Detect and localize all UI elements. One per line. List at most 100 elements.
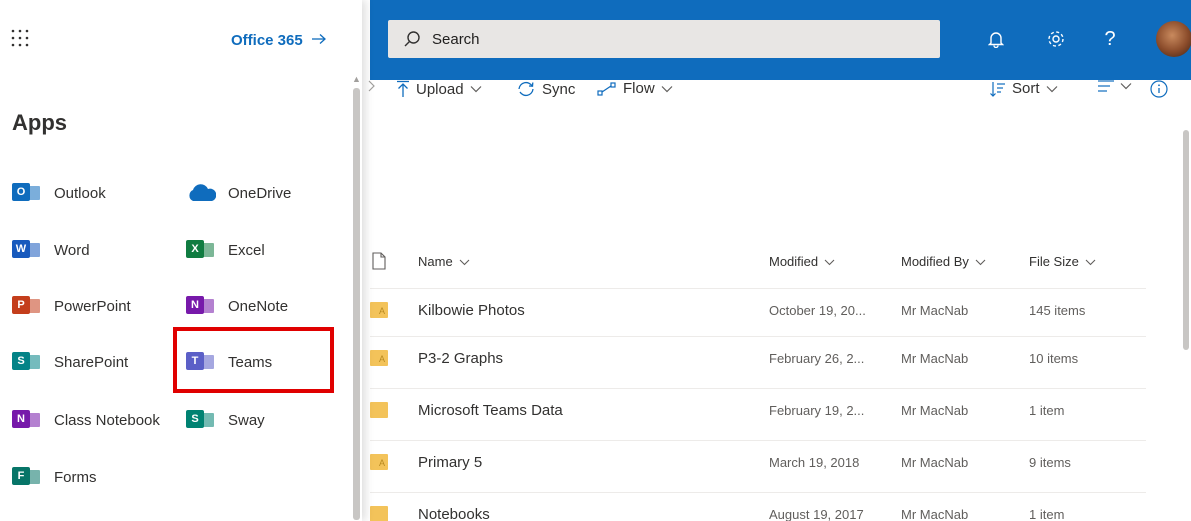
- file-name[interactable]: P3-2 Graphs: [418, 350, 503, 367]
- app-tile-sharepoint[interactable]: S SharePoint: [12, 347, 128, 377]
- file-name[interactable]: Microsoft Teams Data: [418, 402, 563, 419]
- flow-icon: [597, 81, 617, 96]
- info-button[interactable]: [1150, 80, 1168, 98]
- column-header-name[interactable]: Name: [418, 254, 470, 269]
- chevron-down-icon: [1120, 82, 1132, 90]
- office365-link[interactable]: Office 365: [231, 32, 327, 49]
- modified-by: Mr MacNab: [901, 303, 969, 318]
- sway-icon: S: [186, 407, 216, 433]
- app-tile-label: Sway: [228, 411, 265, 429]
- chevron-down-icon: [1085, 254, 1096, 269]
- overflow-chevron-icon[interactable]: [368, 80, 376, 92]
- chevron-down-icon: [459, 254, 470, 269]
- sort-icon: [990, 81, 1006, 97]
- launcher-scrollbar[interactable]: [353, 88, 360, 520]
- app-tile-onenote[interactable]: N OneNote: [186, 291, 288, 321]
- app-tile-outlook[interactable]: O Outlook: [12, 178, 106, 208]
- app-launcher-panel: Office 365 Apps O Outlook OneDrive W Word X Ex…: [0, 0, 362, 521]
- upload-button[interactable]: Upload: [396, 80, 482, 98]
- class-notebook-icon: N: [12, 407, 42, 433]
- info-icon: [1150, 80, 1168, 98]
- modified-date: March 19, 2018: [769, 455, 860, 470]
- app-tile-powerpoint[interactable]: P PowerPoint: [12, 291, 131, 321]
- file-name[interactable]: Primary 5: [418, 454, 482, 471]
- file-name[interactable]: Notebooks: [418, 506, 490, 521]
- user-avatar[interactable]: [1156, 21, 1191, 57]
- word-icon: W: [12, 237, 42, 263]
- app-tile-label: Outlook: [54, 184, 106, 202]
- flow-button[interactable]: Flow: [597, 80, 673, 97]
- search-icon: [402, 29, 422, 49]
- outlook-icon: O: [12, 180, 42, 206]
- app-tile-forms[interactable]: F Forms: [12, 462, 97, 492]
- office365-label: Office 365: [231, 32, 303, 49]
- column-header-modified-by[interactable]: Modified By: [901, 254, 986, 269]
- onenote-icon: N: [186, 293, 216, 319]
- modified-date: February 26, 2...: [769, 351, 865, 366]
- apps-heading: Apps: [12, 110, 67, 135]
- sharepoint-icon: S: [12, 349, 42, 375]
- file-size: 10 items: [1029, 351, 1079, 366]
- column-header-modified[interactable]: Modified: [769, 254, 835, 269]
- modified-by: Mr MacNab: [901, 455, 969, 470]
- app-tile-label: Forms: [54, 468, 97, 486]
- shared-folder-icon: A: [370, 350, 388, 366]
- column-header-file-size-label: File Size: [1029, 254, 1079, 269]
- folder-icon: [370, 402, 388, 418]
- bell-icon[interactable]: [983, 26, 1009, 52]
- app-tile-sway[interactable]: S Sway: [186, 405, 265, 435]
- upload-label: Upload: [416, 80, 464, 98]
- column-header-modified-by-label: Modified By: [901, 254, 969, 269]
- folder-icon: [370, 506, 388, 521]
- chevron-down-icon: [975, 254, 986, 269]
- shared-folder-icon: A: [370, 454, 388, 470]
- app-tile-onedrive[interactable]: OneDrive: [186, 178, 291, 208]
- modified-by: Mr MacNab: [901, 351, 969, 366]
- chevron-down-icon: [661, 85, 673, 93]
- chevron-down-icon: [824, 254, 835, 269]
- app-tile-label: PowerPoint: [54, 297, 131, 315]
- file-size: 145 items: [1029, 303, 1086, 318]
- file-size: 9 items: [1029, 455, 1071, 470]
- chevron-down-icon: [470, 85, 482, 93]
- file-size: 1 item: [1029, 507, 1065, 521]
- app-tile-word[interactable]: W Word: [12, 235, 90, 265]
- modified-date: August 19, 2017: [769, 507, 864, 521]
- modified-by: Mr MacNab: [901, 403, 969, 418]
- app-tile-label: Excel: [228, 241, 265, 259]
- powerpoint-icon: P: [12, 293, 42, 319]
- forms-icon: F: [12, 464, 42, 490]
- app-tile-label: Word: [54, 241, 90, 259]
- upload-arrow-icon: [396, 80, 410, 98]
- sync-label: Sync: [542, 80, 576, 98]
- arrow-right-icon: [311, 32, 327, 49]
- modified-by: Mr MacNab: [901, 507, 969, 521]
- sort-button[interactable]: Sort: [990, 80, 1058, 97]
- onedrive-icon: [186, 180, 216, 206]
- shared-folder-icon: A: [370, 302, 388, 318]
- app-tile-label: SharePoint: [54, 353, 129, 371]
- file-name[interactable]: Kilbowie Photos: [418, 302, 525, 319]
- app-tile-label: Class Notebook: [54, 411, 160, 429]
- search-input[interactable]: Search: [388, 20, 940, 58]
- search-placeholder: Search: [432, 30, 480, 48]
- view-options-button[interactable]: [1098, 80, 1132, 92]
- scroll-up-arrow-icon[interactable]: ▲: [352, 74, 361, 84]
- teams-highlight-box: [173, 327, 334, 393]
- column-header-name-label: Name: [418, 254, 453, 269]
- list-scrollbar[interactable]: [1183, 130, 1189, 350]
- excel-icon: X: [186, 237, 216, 263]
- flow-label: Flow: [623, 80, 655, 97]
- app-launcher-waffle-icon[interactable]: [10, 28, 30, 48]
- gear-icon[interactable]: [1043, 26, 1069, 52]
- app-tile-label: OneDrive: [228, 184, 292, 202]
- file-size: 1 item: [1029, 403, 1065, 418]
- sync-button[interactable]: Sync: [516, 80, 575, 98]
- help-icon[interactable]: ?: [1097, 26, 1123, 52]
- sync-icon: [516, 80, 536, 98]
- column-header-file-size[interactable]: File Size: [1029, 254, 1096, 269]
- app-tile-label: OneNote: [228, 297, 289, 315]
- app-tile-class-notebook[interactable]: N Class Notebook: [12, 405, 160, 435]
- app-tile-excel[interactable]: X Excel: [186, 235, 265, 265]
- view-list-icon: [1098, 80, 1114, 92]
